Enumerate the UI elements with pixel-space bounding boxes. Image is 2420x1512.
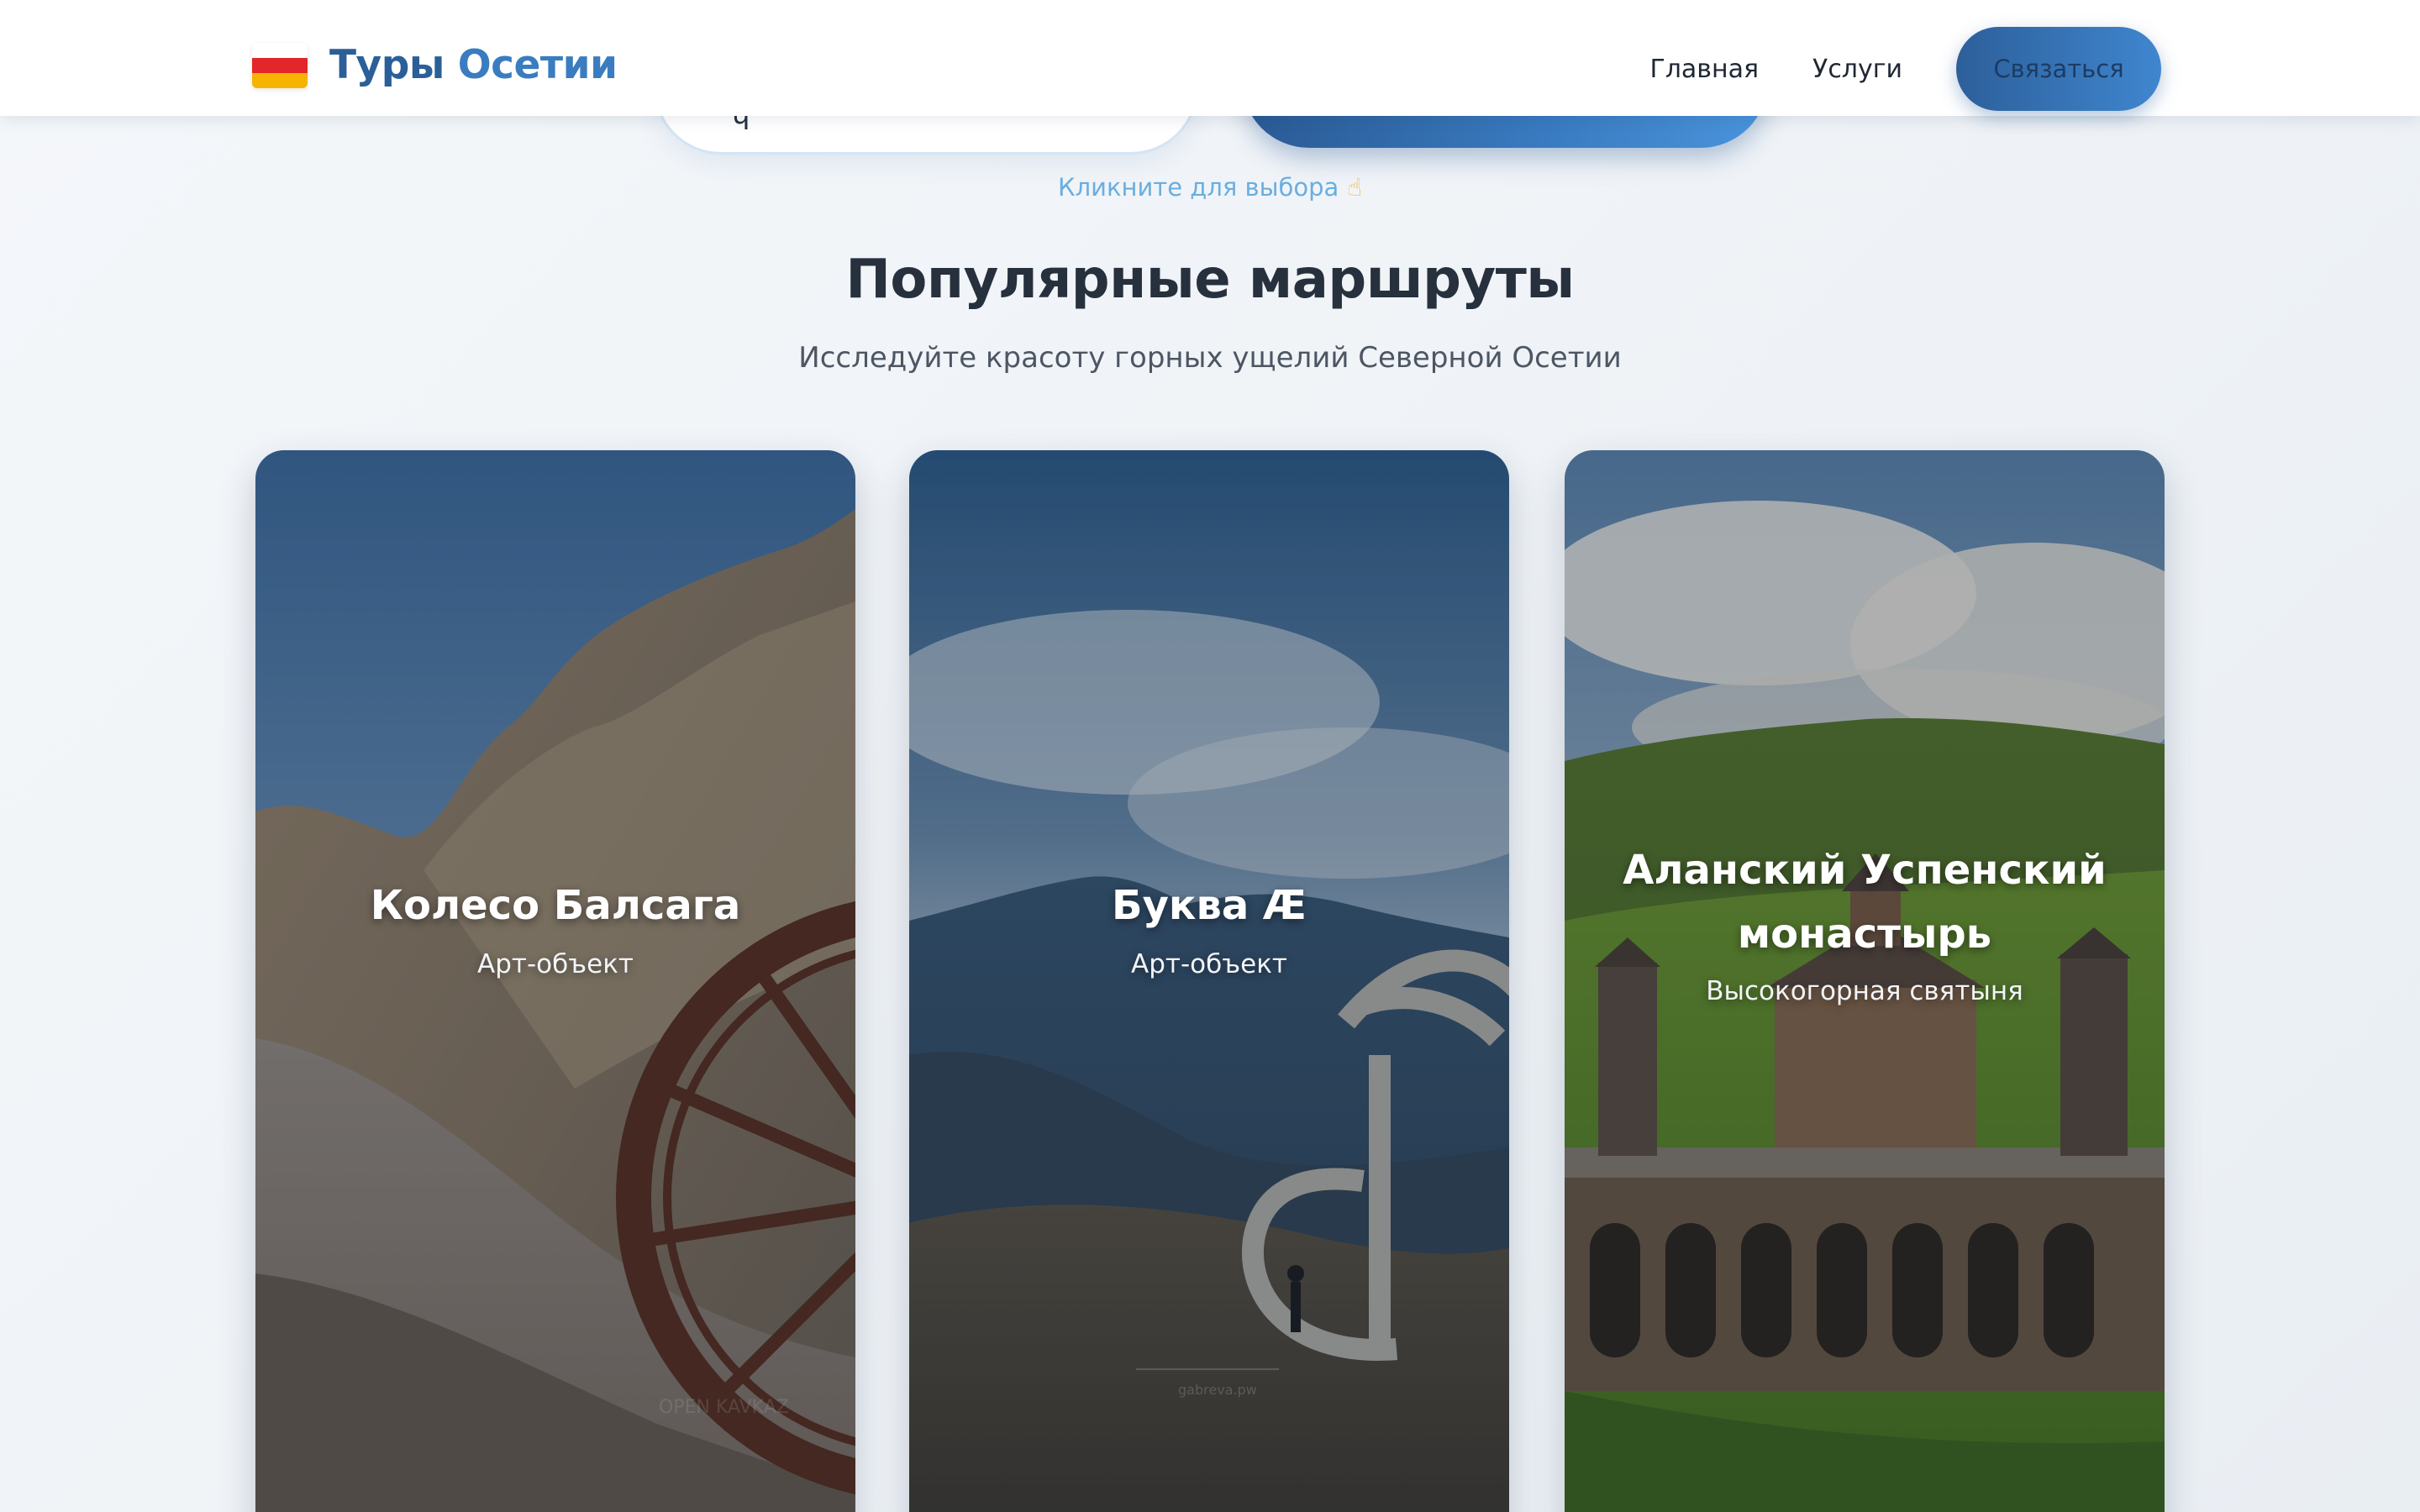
card-title: Буква Æ — [1111, 882, 1307, 929]
card-title: Колесо Балсага — [370, 882, 741, 929]
card-subtitle: Арт-объект — [1131, 949, 1287, 979]
section-subtitle: Исследуйте красоту горных ущелий Северно… — [798, 341, 1622, 375]
logo-text: Туры Осетии — [329, 42, 618, 88]
card-overlay — [909, 450, 1509, 1512]
card-title: Аланский Успенский монастырь — [1623, 847, 2107, 958]
route-card-balsag-wheel[interactable]: OPEN KAVKAZ Колесо Балсага Арт-объект — [255, 450, 855, 1512]
section-title: Популярные маршруты — [845, 249, 1575, 311]
card-subtitle: Арт-объект — [477, 949, 634, 979]
site-header: Туры Осетии Главная Услуги Связаться — [0, 0, 2420, 116]
click-hint: Кликните для выбора ☝ — [0, 173, 2420, 202]
logo-word-2: Осетии — [457, 42, 618, 88]
nav-link-services[interactable]: Услуги — [1812, 55, 1902, 84]
route-card-letter-ae[interactable]: gabreva.pw Буква Æ Арт-объект — [909, 450, 1509, 1512]
card-overlay — [255, 450, 855, 1512]
logo-word-1: Туры — [329, 42, 445, 88]
logo[interactable]: Туры Осетии — [252, 42, 618, 88]
pointing-hand-icon: ☝ — [1347, 173, 1362, 202]
card-caption: Буква Æ Арт-объект — [943, 874, 1476, 979]
route-card-alan-monastery[interactable]: Аланский Успенский монастырь Высокогорна… — [1565, 450, 2165, 1512]
card-caption: Аланский Успенский монастырь Высокогорна… — [1598, 838, 2131, 1006]
card-subtitle: Высокогорная святыня — [1706, 976, 2023, 1006]
main-nav: Главная Услуги Связаться — [1649, 27, 2161, 111]
card-caption: Колесо Балсага Арт-объект — [289, 874, 822, 979]
click-hint-text: Кликните для выбора — [1058, 173, 1339, 202]
nav-link-home[interactable]: Главная — [1649, 55, 1759, 84]
page: ɥ Туры Осетии Главная Услуги Связаться К… — [0, 0, 2420, 1512]
ossetia-flag-icon — [252, 42, 308, 88]
contact-button[interactable]: Связаться — [1956, 27, 2161, 111]
